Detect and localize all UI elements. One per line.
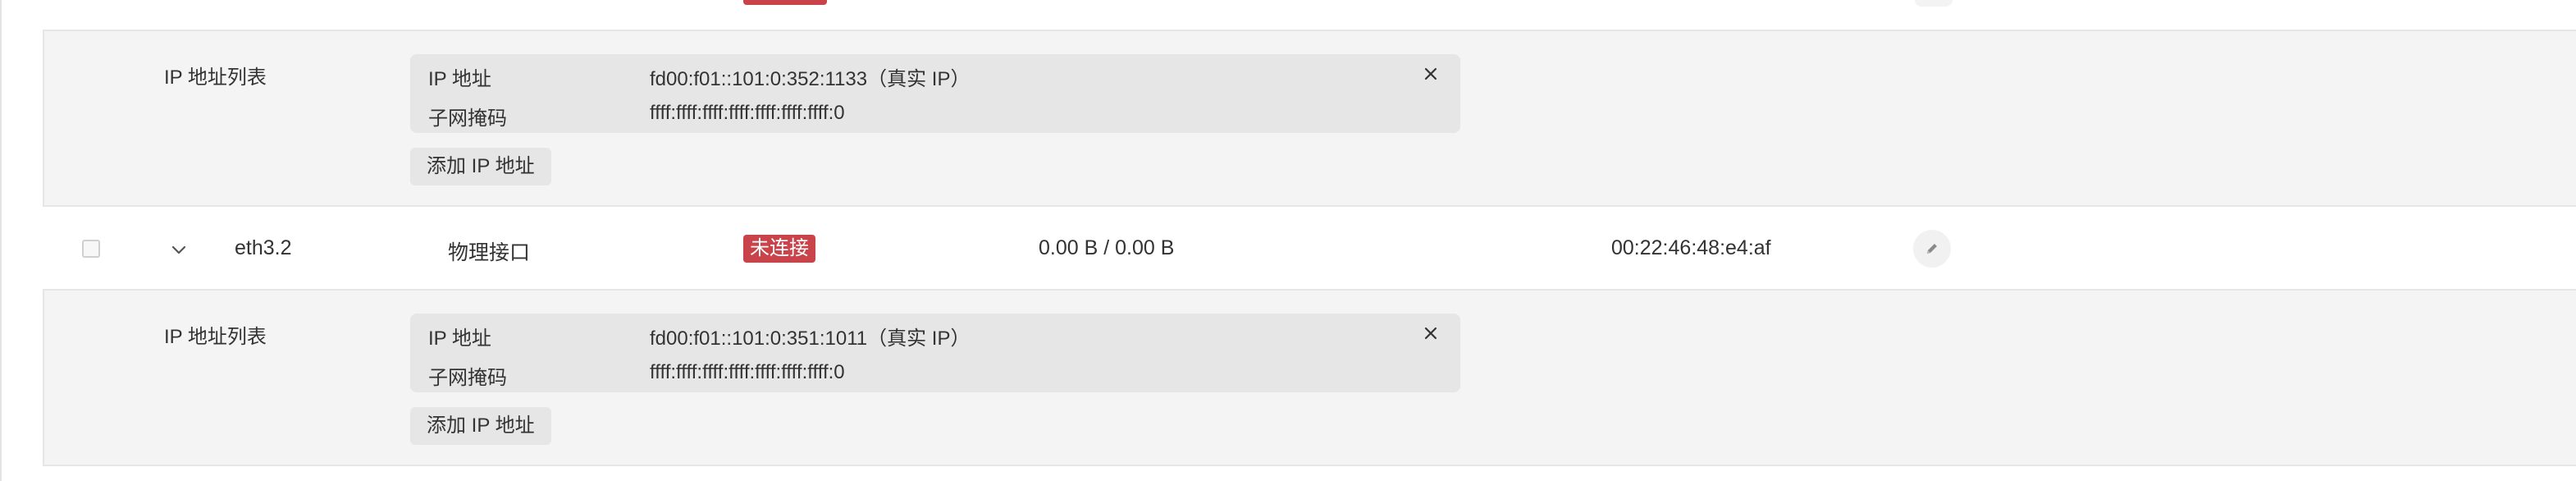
ip-address-key: IP 地址 [428, 68, 491, 90]
ip-address-list-panel: IP 地址列表 IP 地址 fd00:f01::101:0:351:1011（真… [43, 289, 2576, 466]
close-icon[interactable] [1419, 322, 1442, 345]
ip-address-list-label: IP 地址列表 [164, 66, 267, 89]
status-badge: 未连接 [743, 235, 815, 263]
ip-address-entry: IP 地址 fd00:f01::101:0:351:1011（真实 IP） 子网… [410, 314, 1460, 392]
subnet-mask-value: ffff:ffff:ffff:ffff:ffff:ffff:ffff:0 [650, 361, 845, 383]
subnet-mask-value: ffff:ffff:ffff:ffff:ffff:ffff:ffff:0 [650, 102, 845, 124]
ip-address-key: IP 地址 [428, 328, 491, 350]
status-badge-partial [743, 0, 827, 5]
ip-address-entry: IP 地址 fd00:f01::101:0:352:1133（真实 IP） 子网… [410, 54, 1460, 133]
ip-address-list-label: IP 地址列表 [164, 326, 267, 348]
ip-address-value: fd00:f01::101:0:351:1011（真实 IP） [650, 328, 971, 350]
subnet-mask-row: 子网掩码 ffff:ffff:ffff:ffff:ffff:ffff:ffff:… [410, 94, 1460, 133]
interface-type: 物理接口 [448, 241, 531, 264]
row-checkbox[interactable] [82, 240, 100, 258]
ip-address-row: IP 地址 fd00:f01::101:0:351:1011（真实 IP） [410, 314, 1460, 353]
ip-address-row: IP 地址 fd00:f01::101:0:352:1133（真实 IP） [410, 54, 1460, 94]
table-row: eth3.2 物理接口 未连接 0.00 B / 0.00 B 00:22:46… [43, 208, 2576, 289]
interface-name: eth3.2 [235, 236, 292, 259]
ip-address-list-panel: IP 地址列表 IP 地址 fd00:f01::101:0:352:1133（真… [43, 30, 2576, 207]
edit-button[interactable] [1913, 230, 1951, 268]
traffic-stats: 0.00 B / 0.00 B [1039, 236, 1175, 259]
pencil-icon [1927, 244, 1937, 254]
subnet-mask-row: 子网掩码 ffff:ffff:ffff:ffff:ffff:ffff:ffff:… [410, 353, 1460, 392]
table-left-border [0, 0, 2, 481]
subnet-mask-key: 子网掩码 [428, 108, 507, 130]
chevron-down-icon[interactable] [167, 238, 190, 261]
subnet-mask-key: 子网掩码 [428, 367, 507, 389]
add-ip-address-button[interactable]: 添加 IP 地址 [410, 148, 551, 186]
mac-address: 00:22:46:48:e4:af [1611, 236, 1771, 259]
edit-button-partial[interactable] [1915, 0, 1953, 7]
add-ip-address-button[interactable]: 添加 IP 地址 [410, 407, 551, 445]
close-icon[interactable] [1419, 62, 1442, 85]
ip-address-value: fd00:f01::101:0:352:1133（真实 IP） [650, 68, 971, 90]
